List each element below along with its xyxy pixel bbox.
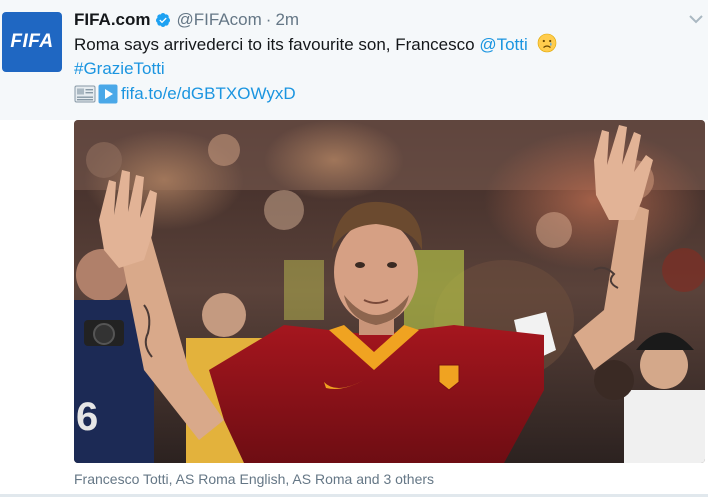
avatar-logo-text: FIFA <box>10 31 54 52</box>
avatar[interactable]: FIFA <box>2 12 62 72</box>
mention-link[interactable]: @Totti <box>479 35 527 54</box>
tweet-text: Roma says arrivederci to its favourite s… <box>74 33 557 56</box>
link-line: fifa.to/e/dGBTXOWyxD <box>74 83 296 105</box>
svg-text:6: 6 <box>76 395 98 439</box>
hashtag-link[interactable]: #GrazieTotti <box>74 59 165 78</box>
sad-face-emoji-icon <box>537 33 556 53</box>
separator-dot: · <box>265 10 272 29</box>
photo-totti-waving: 6 <box>74 120 705 463</box>
author-handle[interactable]: @FIFAcom <box>177 10 262 30</box>
tweet-timestamp[interactable]: 2m <box>275 10 299 30</box>
media-tagged-caption: Francesco Totti, AS Roma English, AS Rom… <box>74 471 434 487</box>
chevron-down-icon[interactable] <box>688 11 704 27</box>
article-link[interactable]: fifa.to/e/dGBTXOWyxD <box>121 83 296 105</box>
hashtag-line: #GrazieTotti <box>74 58 165 80</box>
tweet-header: FIFA.com @FIFAcom · 2m <box>74 9 299 31</box>
newspaper-icon <box>74 85 96 103</box>
play-button-icon <box>98 84 118 104</box>
author-name[interactable]: FIFA.com <box>74 10 151 30</box>
verified-badge-icon <box>155 13 170 27</box>
tagged-users-link[interactable]: Francesco Totti, AS Roma English, AS Rom… <box>74 471 434 487</box>
tweet-photo[interactable]: 6 <box>74 120 705 463</box>
tweet-text-main: Roma says arrivederci to its favourite s… <box>74 35 480 54</box>
